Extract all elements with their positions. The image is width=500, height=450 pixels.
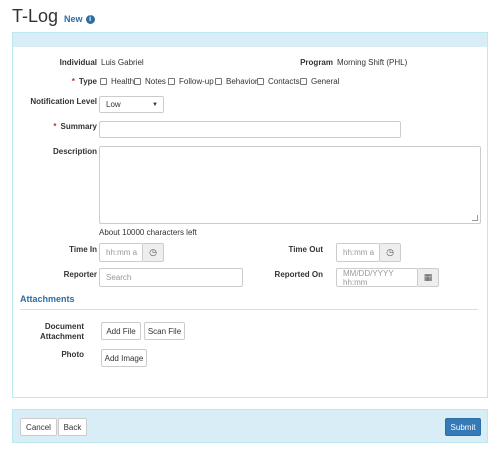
- add-image-button[interactable]: Add Image: [101, 349, 147, 367]
- checkbox-icon: [100, 78, 107, 85]
- required-marker: *: [53, 122, 57, 131]
- description-textarea[interactable]: [99, 146, 481, 224]
- type-contacts-checkbox[interactable]: Contacts: [257, 77, 300, 86]
- notification-level-label: Notification Level: [30, 97, 97, 106]
- individual-value: Luis Gabriel: [101, 58, 144, 67]
- checkbox-icon: [215, 78, 222, 85]
- page-title: T-Log: [12, 6, 59, 26]
- time-in-clock-button[interactable]: ◷: [143, 243, 164, 262]
- checkbox-icon: [134, 78, 141, 85]
- time-in-input[interactable]: hh:mm a: [99, 243, 143, 262]
- type-label: * Type: [71, 77, 97, 86]
- type-behavior-checkbox[interactable]: Behavior: [215, 77, 258, 86]
- time-out-label: Time Out: [288, 245, 323, 254]
- submit-button[interactable]: Submit: [445, 418, 481, 436]
- resize-handle-icon[interactable]: [472, 215, 478, 221]
- photo-label: Photo: [61, 350, 84, 359]
- calendar-icon: ▦: [423, 272, 433, 282]
- individual-label: Individual: [59, 58, 97, 67]
- summary-label: * Summary: [53, 122, 97, 131]
- time-in-label: Time In: [69, 245, 97, 254]
- scan-file-button[interactable]: Scan File: [144, 322, 185, 340]
- reported-on-label: Reported On: [274, 270, 323, 279]
- reported-on-input[interactable]: MM/DD/YYYY hh:mm: [336, 268, 418, 287]
- notification-level-value: Low: [106, 100, 121, 109]
- dropdown-caret-icon: ▼: [152, 101, 158, 108]
- characters-left-text: About 10000 characters left: [99, 228, 197, 237]
- add-file-button[interactable]: Add File: [101, 322, 141, 340]
- attachments-divider: [20, 309, 478, 310]
- new-badge: New: [64, 14, 83, 24]
- clock-icon: ◷: [386, 247, 394, 257]
- info-icon[interactable]: i: [85, 15, 95, 24]
- required-marker: *: [71, 77, 75, 86]
- reported-on-calendar-button[interactable]: ▦: [418, 268, 439, 287]
- back-button[interactable]: Back: [58, 418, 87, 436]
- program-label: Program: [300, 58, 333, 67]
- reporter-search-input[interactable]: Search: [99, 268, 243, 287]
- document-attachment-label: Document Attachment: [39, 322, 84, 341]
- time-out-clock-button[interactable]: ◷: [380, 243, 401, 262]
- type-follow-up-checkbox[interactable]: Follow-up: [168, 77, 214, 86]
- notification-level-select[interactable]: Low ▼: [99, 96, 164, 113]
- time-out-input[interactable]: hh:mm a: [336, 243, 380, 262]
- summary-input[interactable]: [99, 121, 401, 138]
- form-footer: Cancel Back Submit: [12, 409, 488, 443]
- checkbox-icon: [257, 78, 264, 85]
- type-notes-checkbox[interactable]: Notes: [134, 77, 166, 86]
- checkbox-icon: [300, 78, 307, 85]
- description-label: Description: [52, 147, 97, 156]
- clock-icon: ◷: [149, 247, 157, 257]
- attachments-heading: Attachments: [20, 294, 75, 304]
- panel-heading: [13, 33, 487, 47]
- checkbox-icon: [168, 78, 175, 85]
- type-general-checkbox[interactable]: General: [300, 77, 339, 86]
- tlog-form-panel: Individual Luis Gabriel Program Morning …: [12, 32, 488, 398]
- cancel-button[interactable]: Cancel: [20, 418, 57, 436]
- type-health-checkbox[interactable]: Health: [100, 77, 134, 86]
- program-value: Morning Shift (PHL): [337, 58, 408, 67]
- reporter-label: Reporter: [63, 270, 97, 279]
- page-header: T-Log New i: [12, 6, 95, 27]
